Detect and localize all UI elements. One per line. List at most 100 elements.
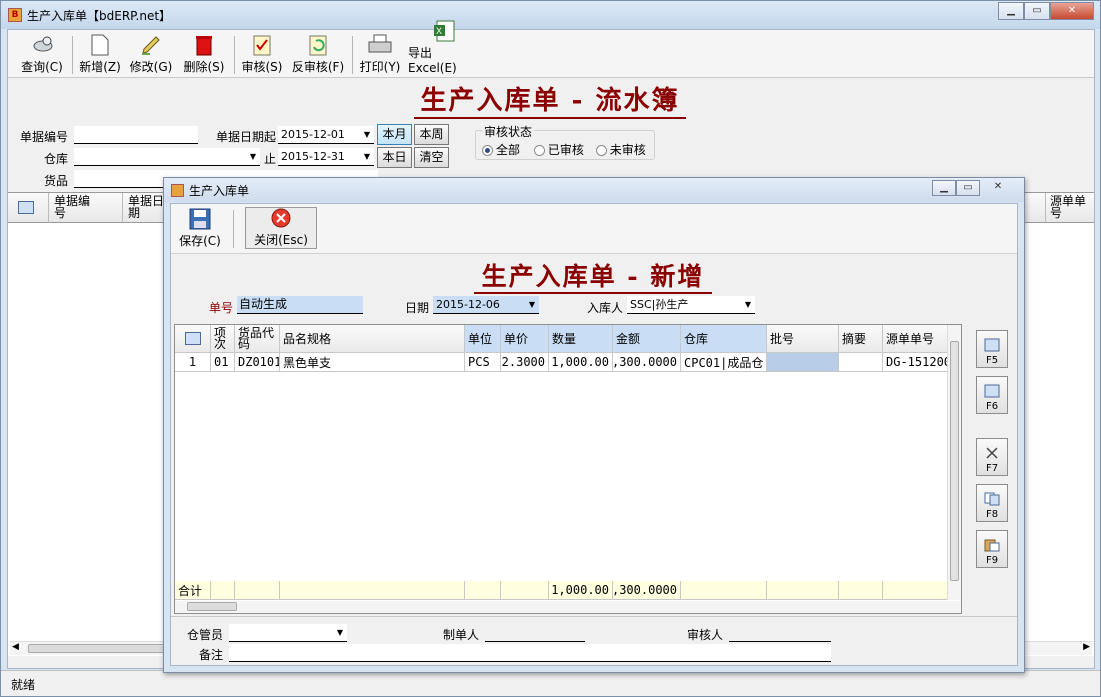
col-source-no[interactable]: 源单单号 [1050,195,1090,219]
close-button[interactable]: ✕ [1050,2,1094,20]
horizontal-scrollbar[interactable] [175,601,961,613]
doc-no-input[interactable] [74,126,198,144]
new-button[interactable]: 新增(Z) [78,33,122,75]
search-icon [30,34,54,56]
paste-row-button[interactable]: F9 [976,530,1008,568]
save-button[interactable]: 保存(C) [179,207,221,249]
audit-all-radio[interactable]: 全部 [482,143,520,157]
scrollbar-thumb[interactable] [187,602,237,611]
remark-input[interactable] [229,644,831,662]
maximize-button[interactable]: ▭ [1024,2,1050,20]
table-row[interactable]: 1 01 DZ0101 黑色单支 PCS 2.3000 1,000.00 2,3… [175,353,957,372]
total-row: 合计 1,000.00 2,300.0000 [175,581,957,600]
trash-icon [192,34,216,56]
date-from-picker[interactable]: 2015-12-01 ▼ [278,126,374,144]
close-icon [269,207,293,229]
col-batch[interactable]: 批号 [767,325,839,353]
keeper-select[interactable]: ▼ [229,624,347,642]
minimize-button[interactable]: ▁ [998,2,1024,20]
doc-no-label: 单据编号 [20,130,69,144]
query-button[interactable]: 查询(C) [20,33,64,75]
warehouse-label: 仓库 [44,152,69,166]
doc-no-field[interactable]: 自动生成 [237,296,363,314]
unaudit-icon [306,34,330,56]
delete-row-button[interactable]: F7 [976,438,1008,476]
append-row-button[interactable]: F6 [976,376,1008,414]
col-memo[interactable]: 摘要 [839,325,883,353]
warehouse-select[interactable]: ▼ [74,148,260,166]
paste-icon [984,539,1000,552]
close-dialog-button[interactable]: 关闭(Esc) [245,207,317,249]
detail-grid[interactable]: 项次 货品代码 品名规格 单位 单价 数量 金额 仓库 批号 摘要 源单单号 1… [174,324,962,614]
new-doc-icon [88,34,112,56]
this-week-button[interactable]: 本周 [414,124,449,145]
title-bar: B 生产入库单【bdERP.net】 ▁ ▭ ✕ [1,1,1100,29]
col-amount[interactable]: 金额 [613,325,681,353]
audit-status-group: 审核状态 全部 已审核 未审核 [475,123,655,160]
this-month-button[interactable]: 本月 [377,124,412,145]
scroll-left-icon[interactable]: ◀ [12,642,19,652]
audit-icon [250,34,274,56]
main-toolbar: 查询(C) 新增(Z) 修改(G) 删除(S) 审核(S) 反审核(F) 打印(… [8,20,1094,78]
bd-logo-icon: B [8,8,22,22]
creator-label: 制单人 [443,628,480,642]
status-text: 就绪 [11,678,36,692]
scrollbar-thumb[interactable] [950,341,959,581]
grid-settings-icon[interactable] [18,201,34,214]
insert-row-icon [984,338,1000,352]
col-doc-no[interactable]: 单据编号 [54,195,100,219]
date-label: 日期 [405,301,430,315]
window-title: 生产入库单【bdERP.net】 [27,8,172,23]
audit-button[interactable]: 审核(S) [240,33,284,75]
date-to-picker[interactable]: 2015-12-31 ▼ [278,148,374,166]
floppy-disk-icon [188,208,212,230]
creator-field [485,624,585,642]
receiver-select[interactable]: SSC|孙生产 ▼ [627,296,755,314]
app-window: B 生产入库单【bdERP.net】 ▁ ▭ ✕ 查询(C) 新增(Z) 修改(… [0,0,1101,697]
audit-pending-radio[interactable]: 未审核 [595,143,646,157]
receiver-label: 入库人 [587,301,624,315]
delete-button[interactable]: 删除(S) [182,33,226,75]
copy-icon [984,492,1000,506]
dialog-close-button[interactable]: ✕ [980,180,1016,196]
dialog-maximize-button[interactable]: ▭ [956,180,980,196]
remark-label: 备注 [199,648,224,662]
col-name-spec[interactable]: 品名规格 [280,325,465,353]
chevron-down-icon: ▼ [528,300,536,309]
col-source-no[interactable]: 源单单号 [883,325,957,353]
date-picker[interactable]: 2015-12-06 ▼ [433,296,539,314]
grid-settings-icon[interactable] [175,325,211,353]
bd-logo-icon [171,183,184,197]
auditor-field [729,624,831,642]
append-row-icon [984,384,1000,398]
printer-icon [368,34,392,56]
audit-done-radio[interactable]: 已审核 [533,143,584,157]
col-unit[interactable]: 单位 [465,325,501,353]
today-button[interactable]: 本日 [377,147,412,168]
delete-row-icon [986,447,998,459]
edit-icon [139,34,163,56]
dialog-title-bar: 生产入库单 ▁ ▭ ✕ [164,178,1024,202]
dialog-heading: 生产入库单 - 新增 [474,262,712,294]
col-goods-code[interactable]: 货品代码 [235,325,280,353]
edit-button[interactable]: 修改(G) [128,33,174,75]
col-price[interactable]: 单价 [501,325,549,353]
excel-icon: X [432,20,456,42]
batch-cell[interactable] [767,353,839,372]
col-doc-date[interactable]: 单据日期 [128,195,168,219]
unaudit-button[interactable]: 反审核(F) [290,33,346,75]
copy-row-button[interactable]: F8 [976,484,1008,522]
clear-button[interactable]: 清空 [414,147,449,168]
export-excel-button[interactable]: X 导出Excel(E) [408,20,480,75]
col-warehouse[interactable]: 仓库 [681,325,767,353]
print-button[interactable]: 打印(Y) [358,33,402,75]
audit-status-label: 审核状态 [482,123,535,140]
col-qty[interactable]: 数量 [549,325,613,353]
scrollbar-thumb[interactable] [28,644,176,653]
vertical-scrollbar[interactable] [947,325,961,600]
goods-label: 货品 [44,174,69,188]
scroll-right-icon[interactable]: ▶ [1083,642,1090,652]
insert-row-button[interactable]: F5 [976,330,1008,368]
col-seq[interactable]: 项次 [211,325,235,353]
dialog-minimize-button[interactable]: ▁ [932,180,956,196]
